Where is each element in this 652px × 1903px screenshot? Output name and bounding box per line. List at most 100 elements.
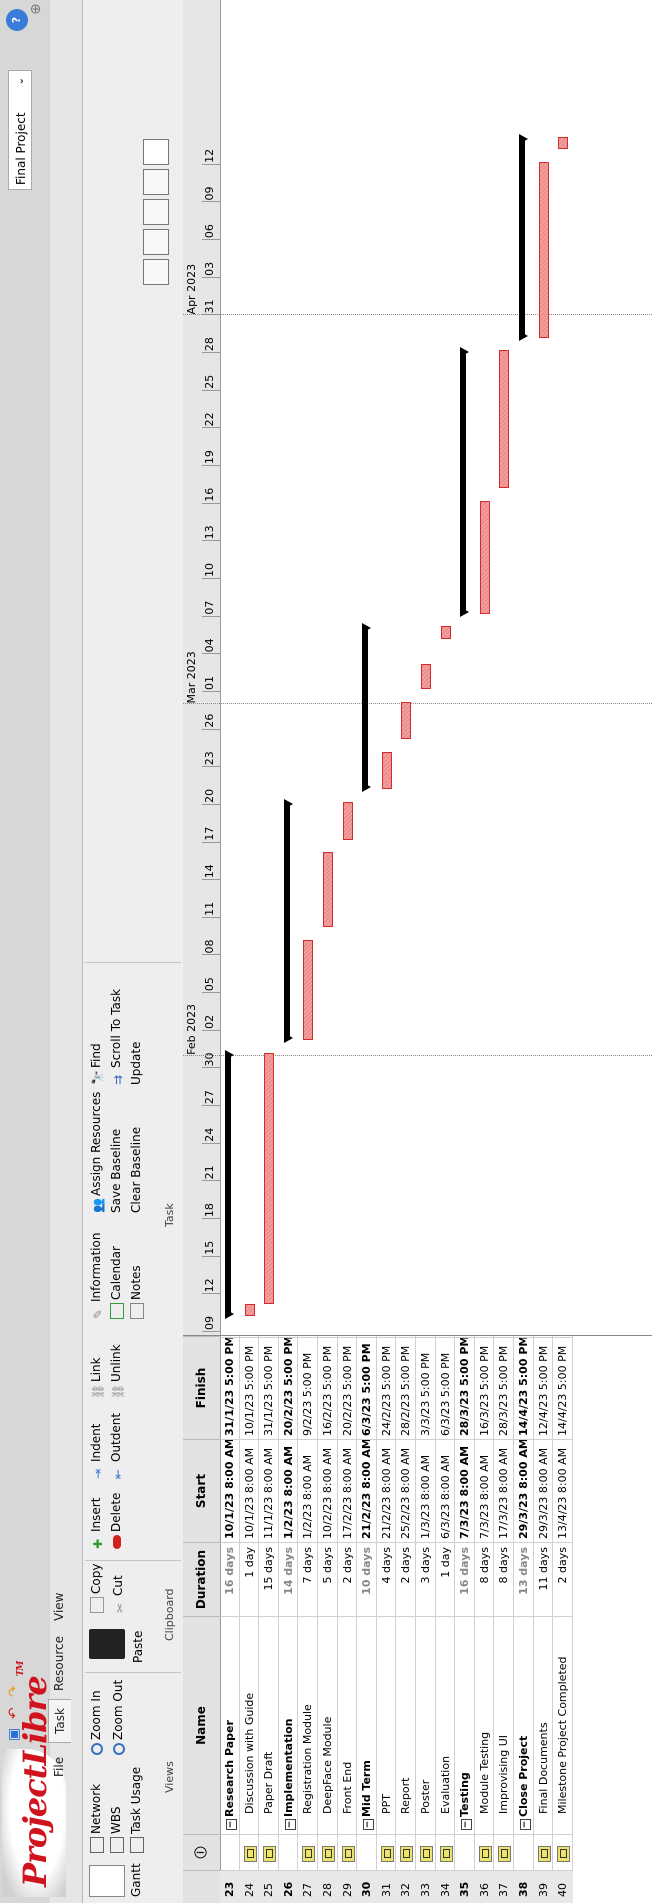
tab-task[interactable]: Task: [48, 1699, 71, 1743]
wbs-view-button[interactable]: WBS: [109, 1806, 124, 1853]
indicator-cell[interactable]: [298, 1834, 318, 1870]
collapse-icon[interactable]: −: [226, 1819, 237, 1830]
row-id-cell[interactable]: 23: [220, 1870, 240, 1903]
finish-cell[interactable]: 3/3/23 5:00 PM: [416, 1337, 436, 1439]
finish-cell[interactable]: 20/2/23 5:00 PM: [278, 1337, 299, 1439]
start-cell[interactable]: 1/2/23 8:00 AM: [298, 1439, 318, 1542]
task-bar[interactable]: [558, 136, 569, 150]
note-icon[interactable]: [243, 1846, 257, 1862]
indicator-cell[interactable]: [435, 1834, 456, 1870]
indicator-cell[interactable]: [357, 1834, 377, 1870]
start-cell[interactable]: 29/3/23 8:00 AM: [514, 1439, 534, 1542]
task-name-cell[interactable]: Registration Module: [298, 1616, 318, 1834]
link-button[interactable]: ⛓Link: [89, 1357, 105, 1399]
indicator-cell[interactable]: [533, 1834, 554, 1870]
row-id-cell[interactable]: 32: [396, 1870, 416, 1903]
network-view-button[interactable]: Network: [89, 1784, 104, 1853]
summary-bar[interactable]: [283, 801, 290, 1041]
start-cell[interactable]: 11/1/23 8:00 AM: [259, 1439, 279, 1542]
task-bar[interactable]: [538, 161, 549, 338]
note-icon[interactable]: [341, 1846, 355, 1862]
indicator-cell[interactable]: [239, 1834, 260, 1870]
indicator-cell[interactable]: [455, 1834, 475, 1870]
header-name[interactable]: Name: [183, 1616, 220, 1834]
duration-cell[interactable]: 8 days: [474, 1542, 495, 1616]
collapse-icon[interactable]: −: [461, 1819, 473, 1830]
note-icon[interactable]: [302, 1846, 316, 1862]
start-cell[interactable]: 7/3/23 8:00 AM: [455, 1439, 475, 1542]
zoom-out-button[interactable]: Zoom Out: [111, 1680, 125, 1755]
task-name-cell[interactable]: Final Documents: [533, 1616, 554, 1834]
task-bar[interactable]: [479, 500, 490, 614]
note-icon[interactable]: [263, 1846, 277, 1862]
finish-cell[interactable]: 31/1/23 5:00 PM: [259, 1337, 279, 1439]
indicator-cell[interactable]: [494, 1834, 514, 1870]
scroll-to-task-button[interactable]: ⇉ Scroll To Task: [109, 989, 125, 1085]
row-id-cell[interactable]: 38: [514, 1870, 534, 1903]
task-name-cell[interactable]: − Implementation: [278, 1616, 299, 1834]
indicator-cell[interactable]: [278, 1834, 299, 1870]
finish-cell[interactable]: 6/3/23 5:00 PM: [357, 1337, 377, 1439]
duration-cell[interactable]: 3 days: [416, 1542, 436, 1616]
note-icon[interactable]: [400, 1846, 414, 1862]
header-finish[interactable]: Finish: [183, 1336, 220, 1439]
collapse-icon[interactable]: −: [284, 1819, 296, 1830]
note-icon[interactable]: [537, 1846, 551, 1862]
note-icon[interactable]: [439, 1846, 453, 1862]
delete-button[interactable]: Delete: [109, 1493, 123, 1549]
task-bar[interactable]: [303, 939, 314, 1041]
start-cell[interactable]: 6/3/23 8:00 AM: [435, 1439, 456, 1542]
paste-icon[interactable]: [89, 1629, 125, 1659]
note-icon[interactable]: [557, 1846, 571, 1862]
indicator-cell[interactable]: [376, 1834, 397, 1870]
duration-cell[interactable]: 7 days: [298, 1542, 318, 1616]
task-name-cell[interactable]: Report: [396, 1616, 416, 1834]
finish-cell[interactable]: 16/3/23 5:00 PM: [474, 1337, 495, 1439]
finish-cell[interactable]: 28/2/23 5:00 PM: [396, 1337, 416, 1439]
duration-cell[interactable]: 15 days: [259, 1542, 279, 1616]
save-icon[interactable]: ▣: [6, 1728, 22, 1741]
start-cell[interactable]: 10/2/23 8:00 AM: [318, 1439, 338, 1542]
duration-cell[interactable]: 16 days: [455, 1542, 475, 1616]
tab-view[interactable]: View: [52, 1593, 66, 1621]
help-icon[interactable]: ?: [6, 9, 28, 31]
duration-cell[interactable]: 1 day: [435, 1542, 456, 1616]
indicator-cell[interactable]: [514, 1834, 534, 1870]
finish-cell[interactable]: 16/2/23 5:00 PM: [318, 1337, 338, 1439]
start-cell[interactable]: 29/3/23 8:00 AM: [533, 1439, 554, 1542]
undo-icon[interactable]: ↶: [6, 1707, 22, 1719]
start-cell[interactable]: 10/1/23 8:00 AM: [220, 1439, 240, 1542]
finish-cell[interactable]: 31/1/23 5:00 PM: [220, 1337, 240, 1439]
task-name-cell[interactable]: Module Testing: [474, 1616, 495, 1834]
task-name-cell[interactable]: Poster: [416, 1616, 436, 1834]
indicator-cell[interactable]: [553, 1834, 573, 1870]
header-duration[interactable]: Duration: [183, 1542, 220, 1616]
row-id-cell[interactable]: 34: [435, 1870, 456, 1903]
task-bar[interactable]: [342, 801, 353, 840]
start-cell[interactable]: 21/2/23 8:00 AM: [357, 1439, 377, 1542]
project-select[interactable]: Final Project ⌄: [8, 70, 32, 190]
finish-cell[interactable]: 28/3/23 5:00 PM: [455, 1337, 475, 1439]
row-id-cell[interactable]: 37: [494, 1870, 514, 1903]
summary-bar[interactable]: [519, 136, 525, 338]
tab-resource[interactable]: Resource: [52, 1636, 66, 1691]
row-id-cell[interactable]: 24: [239, 1870, 260, 1903]
collapse-icon[interactable]: −: [363, 1819, 375, 1830]
report-button[interactable]: [143, 169, 169, 195]
row-id-cell[interactable]: 25: [259, 1870, 279, 1903]
row-id-cell[interactable]: 27: [298, 1870, 318, 1903]
outdent-button[interactable]: ⇤ Outdent: [109, 1413, 125, 1479]
unlink-button[interactable]: ⛓Unlink: [109, 1344, 125, 1399]
finish-cell[interactable]: 24/2/23 5:00 PM: [376, 1337, 397, 1439]
finish-cell[interactable]: 14/4/23 5:00 PM: [514, 1337, 534, 1439]
task-name-cell[interactable]: Evaluation: [435, 1616, 456, 1834]
task-name-cell[interactable]: PPT: [376, 1616, 397, 1834]
task-name-cell[interactable]: − Mid Term: [357, 1616, 377, 1834]
row-id-cell[interactable]: 31: [376, 1870, 397, 1903]
note-icon[interactable]: [498, 1846, 512, 1862]
task-name-cell[interactable]: Front End: [337, 1616, 358, 1834]
row-id-cell[interactable]: 39: [533, 1870, 554, 1903]
task-bar[interactable]: [264, 1052, 275, 1304]
no-sub-view-button[interactable]: [143, 139, 169, 165]
redo-icon[interactable]: ↷: [6, 1685, 22, 1697]
